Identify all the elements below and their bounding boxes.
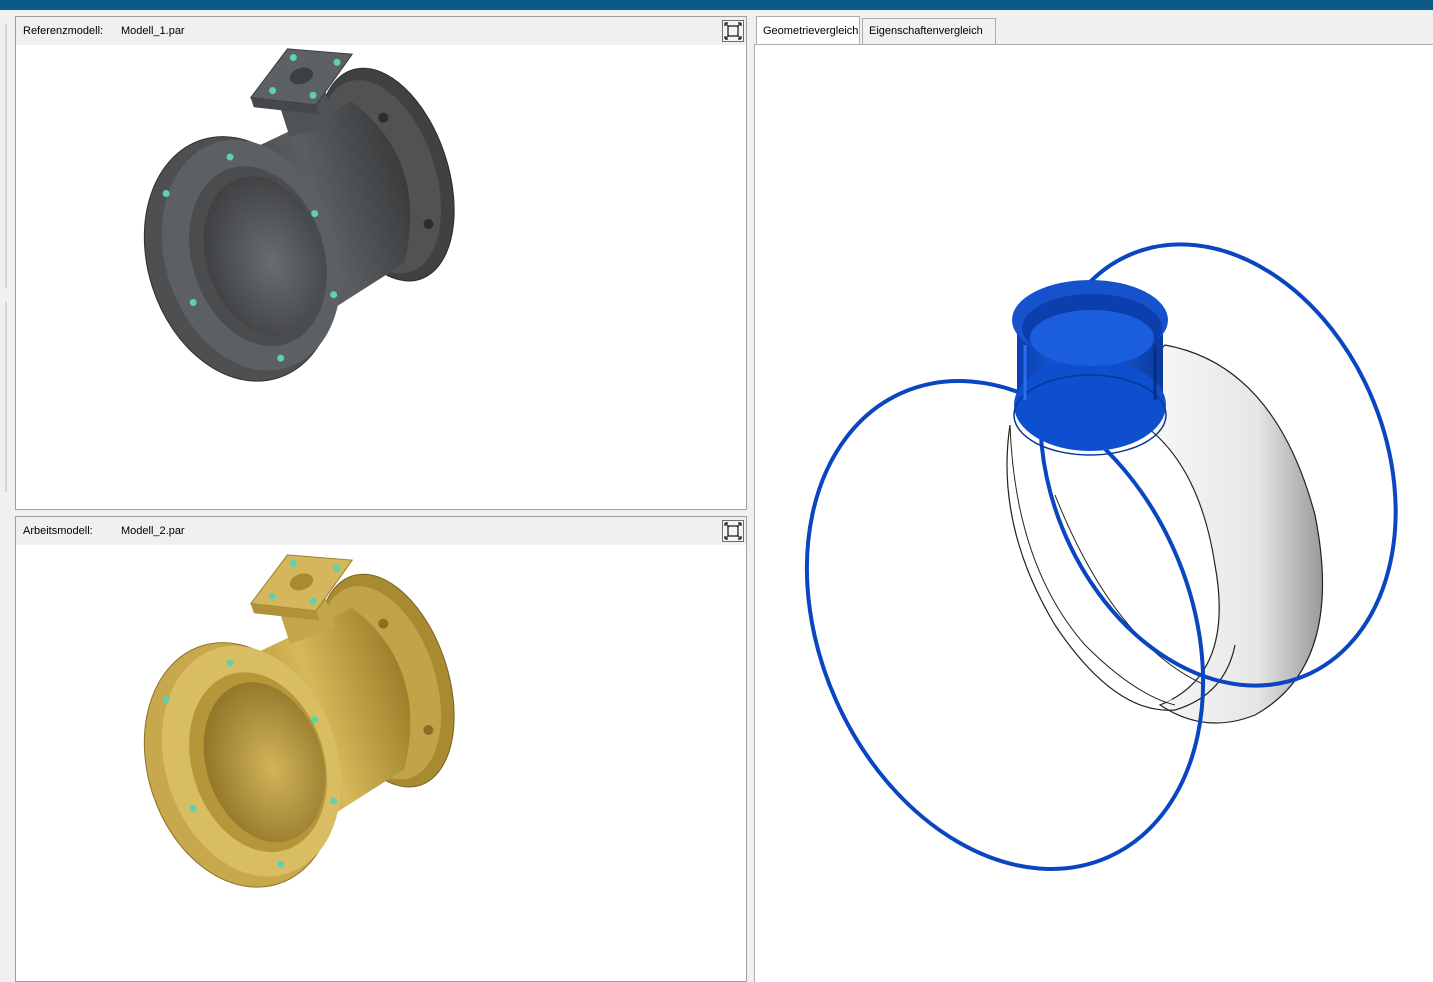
reference-model-label: Referenzmodell:	[23, 25, 104, 37]
geometry-difference-model	[804, 242, 1398, 871]
comparison-tabstrip: Geometrievergleich Eigenschaftenvergleic…	[754, 16, 1433, 44]
working-model-panel: Arbeitsmodell: Modell_2.par	[15, 516, 747, 982]
tab-properties-comparison[interactable]: Eigenschaftenvergleich	[862, 18, 996, 44]
maximize-button[interactable]	[722, 520, 744, 542]
left-collapsed-pane	[0, 10, 8, 982]
reference-3d-viewport[interactable]	[16, 45, 746, 509]
maximize-button[interactable]	[722, 20, 744, 42]
reference-valve-model	[143, 48, 455, 382]
reference-model-file: Modell_1.par	[121, 25, 185, 37]
window-title-bar	[0, 0, 1433, 10]
working-3d-viewport[interactable]	[16, 545, 746, 981]
working-model-label: Arbeitsmodell:	[23, 525, 93, 537]
geometry-comparison-viewport[interactable]	[754, 44, 1433, 982]
maximize-icon	[724, 522, 742, 540]
pane-divider	[5, 24, 7, 288]
working-valve-model	[143, 554, 455, 888]
working-model-file: Modell_2.par	[121, 525, 185, 537]
reference-model-header: Referenzmodell: Modell_1.par	[16, 17, 746, 45]
maximize-icon	[724, 22, 742, 40]
working-model-header: Arbeitsmodell: Modell_2.par	[16, 517, 746, 545]
reference-model-panel: Referenzmodell: Modell_1.par	[15, 16, 747, 510]
tab-geometry-comparison[interactable]: Geometrievergleich	[756, 16, 860, 44]
pane-divider	[5, 302, 7, 492]
